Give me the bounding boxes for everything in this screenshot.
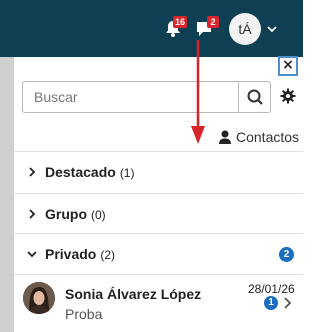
user-avatar[interactable]: tÁ xyxy=(229,13,261,45)
section-privado[interactable]: Privado (2) 2 xyxy=(14,234,303,274)
search-button[interactable] xyxy=(238,82,271,112)
chevron-down-icon xyxy=(27,251,37,258)
notifications-button[interactable]: 16 xyxy=(163,16,188,39)
section-grupo[interactable]: Grupo (0) xyxy=(14,194,303,234)
message-preview: Proba xyxy=(65,306,103,322)
message-date: 28/01/26 xyxy=(248,282,295,296)
chevron-down-icon[interactable] xyxy=(266,24,278,34)
messages-badge: 2 xyxy=(207,16,219,28)
search-box xyxy=(22,81,271,113)
section-unread-badge: 2 xyxy=(279,247,294,262)
contact-avatar xyxy=(23,282,55,314)
top-navbar: 16 2 tÁ xyxy=(0,0,303,57)
section-title: Destacado (1) xyxy=(45,164,135,180)
divider xyxy=(14,274,303,275)
page-backdrop xyxy=(0,57,14,332)
unread-badge: 1 xyxy=(264,296,278,310)
section-destacado[interactable]: Destacado (1) xyxy=(14,152,303,192)
contacts-label: Contactos xyxy=(236,129,300,145)
search-icon xyxy=(247,89,263,105)
conversation-item[interactable]: Sonia Álvarez López Proba 28/01/26 1 xyxy=(14,276,303,332)
chevron-right-icon[interactable] xyxy=(282,296,292,310)
chevron-right-icon xyxy=(29,209,36,219)
chevron-right-icon xyxy=(29,167,36,177)
close-drawer-button[interactable]: × xyxy=(278,56,298,76)
notifications-badge: 16 xyxy=(173,16,188,28)
person-icon xyxy=(219,130,231,144)
gear-icon[interactable] xyxy=(280,88,296,104)
annotation-arrow xyxy=(191,40,205,144)
contact-name: Sonia Álvarez López xyxy=(65,286,202,302)
close-icon: × xyxy=(282,57,294,73)
messages-button[interactable]: 2 xyxy=(195,16,219,39)
section-title: Privado (2) xyxy=(45,246,116,262)
section-title: Grupo (0) xyxy=(45,206,106,222)
